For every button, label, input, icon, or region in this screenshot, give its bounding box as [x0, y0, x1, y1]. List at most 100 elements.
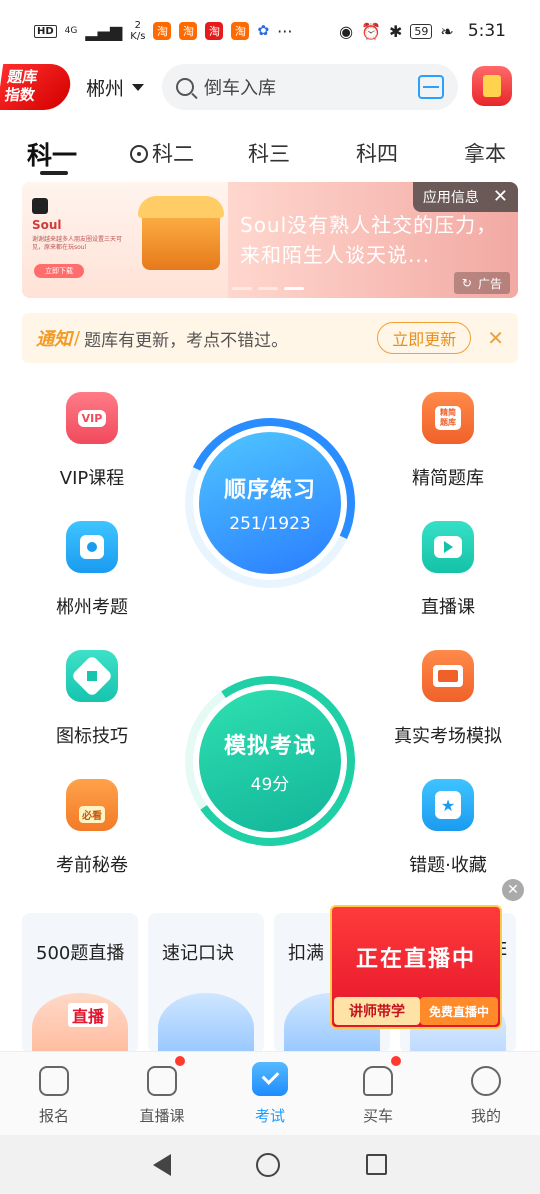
recents-icon[interactable] — [366, 1154, 388, 1175]
tab-ke2-label: 科二 — [152, 142, 194, 166]
update-now-button[interactable]: 立即更新 — [377, 322, 472, 354]
card-500-live[interactable]: 500题直播 直播 — [22, 913, 138, 1053]
paw-icon: ✿ — [257, 23, 270, 39]
monitor-icon — [422, 650, 474, 702]
nav-buy-car[interactable]: 买车 — [324, 1052, 432, 1135]
city-selector[interactable]: 郴州 — [86, 74, 145, 101]
tab-ke2[interactable]: 科二 — [130, 138, 194, 168]
app-logo[interactable]: 题库 指数 — [0, 64, 74, 110]
taobao-icon: 淘 — [205, 22, 224, 40]
feature-wrong[interactable]: ★ 错题·收藏 — [378, 779, 518, 877]
nav-exam[interactable]: 考试 — [216, 1052, 324, 1135]
close-icon[interactable]: ✕ — [493, 188, 508, 206]
nav-label: 买车 — [362, 1107, 393, 1125]
close-icon[interactable]: ✕ — [487, 326, 504, 350]
nav-signup[interactable]: 报名 — [0, 1052, 108, 1135]
form-icon — [39, 1066, 69, 1096]
treasure-chest-icon — [138, 196, 224, 270]
notification-dot — [174, 1056, 185, 1066]
status-right: ◉ ⏰ ✱ 59 ❧ 5:31 — [339, 21, 506, 41]
nav-mine[interactable]: 我的 — [432, 1052, 540, 1135]
secret-badge: 必看 — [79, 805, 105, 823]
ad-tag[interactable]: ↻ 广告 — [453, 272, 510, 294]
subject-tabs: 科一 科二 科三 科四 拿本 — [0, 124, 540, 180]
status-bar: HD 4G ▂▄▆ 2 K/s 淘 淘 淘 淘 ✿ ··· ◉ ⏰ ✱ 59 ❧ … — [0, 0, 540, 62]
notice-text: 题库有更新，考点不错过。 — [84, 330, 289, 351]
bluetooth-icon: ✱ — [389, 21, 403, 41]
ad-tagline: 谢谢越来越多人朋友圈设置三天可见，原来都在玩soul — [32, 236, 123, 251]
scan-icon[interactable] — [418, 75, 444, 99]
app-header: 题库 指数 郴州 倒车入库 — [0, 62, 540, 112]
red-packet-icon — [483, 75, 501, 97]
ad-download-button[interactable]: 立即下载 — [34, 264, 84, 278]
clock: 5:31 — [467, 21, 506, 41]
ad-headline: Soul没有熟人社交的压力，来和陌生人谈天说... — [240, 213, 498, 267]
exam-score: 49分 — [250, 774, 290, 795]
taobao-icon: 淘 — [231, 22, 250, 40]
live-text: 正在直播中 — [355, 947, 476, 972]
feature-secret[interactable]: 必看 考前秘卷 — [22, 779, 162, 877]
feature-label: VIP课程 — [59, 468, 125, 489]
feature-real[interactable]: 真实考场模拟 — [378, 650, 518, 748]
search-bar[interactable]: 倒车入库 — [162, 64, 458, 110]
caret-down-icon — [132, 84, 145, 91]
eye-icon: ◉ — [339, 21, 354, 41]
app-info-label: 应用信息 — [422, 190, 479, 206]
bottom-nav: 报名 直播课 考试 买车 我的 — [0, 1051, 540, 1135]
soul-logo-icon — [32, 198, 48, 214]
back-icon[interactable] — [152, 1153, 171, 1176]
card-mnemonics[interactable]: 速记口诀 — [148, 913, 264, 1053]
feature-label: 图标技巧 — [56, 726, 128, 747]
notice-separator: / — [74, 327, 81, 349]
exam-paper-icon: 必看 — [66, 779, 118, 831]
more-dots-icon: ··· — [277, 21, 293, 41]
nav-live[interactable]: 直播课 — [108, 1052, 216, 1135]
feature-jingjian[interactable]: 精简题库 精简题库 — [378, 392, 518, 490]
search-input[interactable]: 倒车入库 — [204, 74, 408, 100]
steering-wheel-icon — [130, 145, 148, 163]
logo-line2: 指数 — [3, 86, 37, 104]
app-info-bar[interactable]: 应用信息 ✕ — [412, 182, 518, 212]
tab-underline — [40, 171, 68, 175]
close-icon[interactable]: ✕ — [502, 879, 524, 901]
feature-local[interactable]: 郴州考题 — [22, 521, 162, 619]
ad-creative: Soul 谢谢越来越多人朋友圈设置三天可见，原来都在玩soul 立即下载 — [22, 182, 228, 298]
notice-label: 通知 — [36, 329, 72, 350]
battery-icon: 59 — [410, 23, 433, 39]
status-left: HD 4G ▂▄▆ 2 K/s 淘 淘 淘 淘 ✿ ··· — [34, 20, 292, 42]
red-packet-button[interactable] — [472, 66, 512, 106]
mock-exam-button[interactable]: 模拟考试 49分 — [171, 662, 369, 860]
tab-ke4[interactable]: 科四 — [356, 138, 398, 168]
video-camera-icon — [422, 521, 474, 573]
live-badge-free: 免费直播中 — [420, 997, 498, 1025]
tab-ke1[interactable]: 科一 — [27, 136, 77, 172]
net-speed-unit: K/s — [130, 31, 146, 42]
home-icon[interactable] — [256, 1152, 281, 1177]
sequential-practice-button[interactable]: 顺序练习 251/1923 — [161, 394, 379, 612]
logo-line1: 题库 — [6, 68, 39, 86]
live-floating-widget[interactable]: 正在直播中 讲师带学 免费直播中 — [330, 905, 502, 1029]
location-icon — [66, 521, 118, 573]
nav-label: 报名 — [38, 1107, 69, 1125]
ad-banner[interactable]: Soul 谢谢越来越多人朋友圈设置三天可见，原来都在玩soul 立即下载 Sou… — [22, 182, 518, 298]
feature-vip[interactable]: VIP VIP课程 — [22, 392, 162, 490]
question-bank-icon: 精简题库 — [422, 392, 474, 444]
practice-progress: 251/1923 — [229, 514, 311, 534]
card-title: 速记口诀 — [162, 943, 234, 964]
nav-label: 直播课 — [139, 1107, 185, 1125]
alarm-icon: ⏰ — [361, 21, 381, 41]
hd-icon: HD — [34, 24, 57, 38]
reading-illustration-icon — [158, 993, 254, 1053]
star-bookmark-icon: ★ — [422, 779, 474, 831]
feature-label: 真实考场模拟 — [394, 726, 502, 747]
live-tag: 直播 — [68, 1003, 109, 1027]
system-nav-bar — [0, 1135, 540, 1194]
feature-live[interactable]: 直播课 — [378, 521, 518, 619]
search-icon — [176, 78, 194, 96]
exam-check-icon — [252, 1062, 288, 1096]
tab-ke3[interactable]: 科三 — [248, 138, 290, 168]
update-notice: 通知 / 题库有更新，考点不错过。 立即更新 ✕ — [22, 313, 518, 363]
nav-label: 我的 — [470, 1107, 501, 1125]
feature-sign[interactable]: 图标技巧 — [22, 650, 162, 748]
tab-naben[interactable]: 拿本 — [464, 138, 506, 168]
